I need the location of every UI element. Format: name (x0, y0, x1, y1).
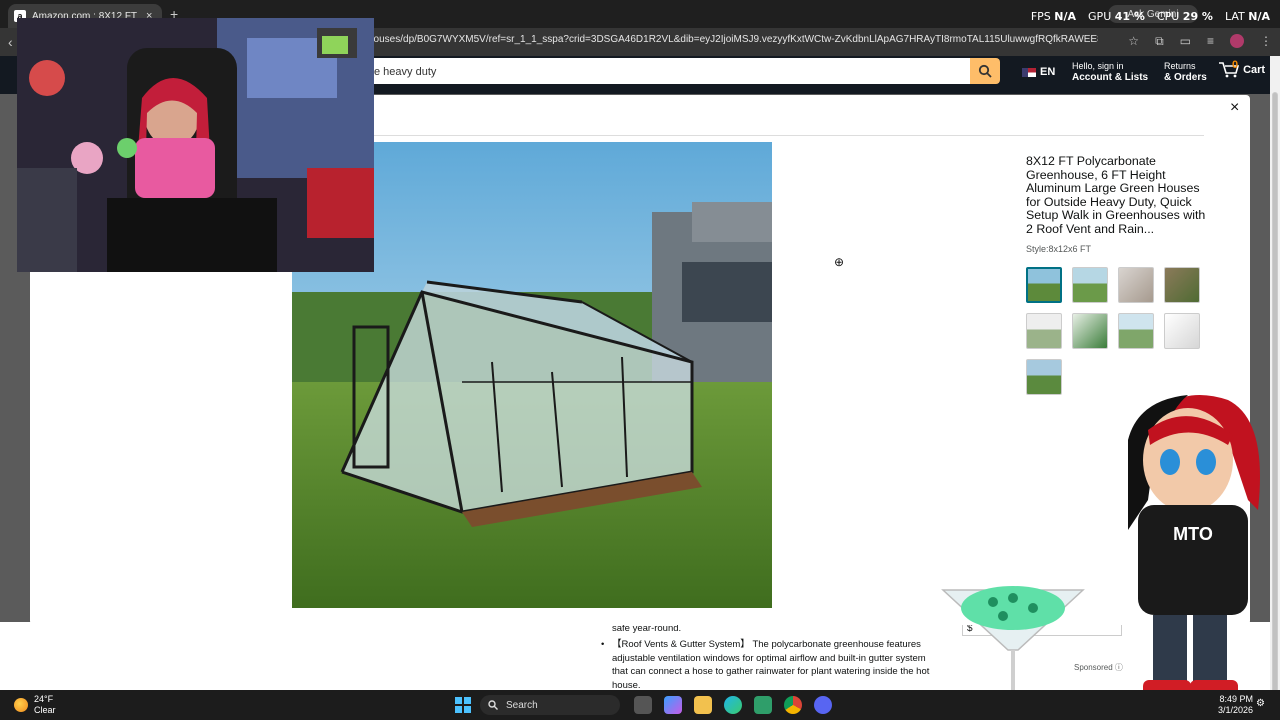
performance-overlay: FPS N/A GPU 41 % CPU 29 % LAT N/A (1031, 10, 1270, 23)
cpu-label: CPU (1156, 10, 1180, 23)
back-arrow-icon[interactable]: ‹ (8, 34, 13, 50)
mascot-character: MTO (1108, 380, 1268, 720)
profile-avatar[interactable] (1230, 34, 1244, 48)
copilot-icon[interactable] (664, 696, 682, 714)
thumbnail-1[interactable] (1026, 267, 1062, 303)
weather-widget[interactable]: 24°F Clear (14, 694, 56, 716)
mascot-image: MTO (1128, 395, 1260, 708)
chrome-icon[interactable] (784, 696, 802, 714)
media-icon[interactable]: ≡ (1207, 34, 1214, 49)
modal-close-icon[interactable]: × (1230, 99, 1239, 117)
thumbnail-7[interactable] (1118, 313, 1154, 349)
amazon-search-input[interactable]: e heavy duty (366, 58, 970, 84)
weather-moon-icon (14, 698, 28, 712)
lat-value: N/A (1248, 10, 1270, 23)
notification-bell-icon[interactable]: ⚙ (1256, 698, 1265, 709)
product-title: 8X12 FT Polycarbonate Greenhouse, 6 FT H… (1026, 154, 1206, 236)
task-view-icon[interactable] (634, 696, 652, 714)
scrollbar-thumb[interactable] (1272, 92, 1278, 712)
store-app-icon[interactable] (754, 696, 772, 714)
cart-count: 0 (1232, 59, 1239, 71)
extensions-icon[interactable]: ⧉ (1155, 34, 1164, 49)
clock-date: 3/1/2026 (1218, 705, 1254, 715)
search-icon (488, 700, 498, 710)
thumbnail-5[interactable] (1026, 313, 1062, 349)
account-lists[interactable]: Hello, sign in Account & Lists (1072, 61, 1148, 83)
cart-label: Cart (1243, 63, 1266, 76)
toolbar-icons: ☆ ⧉ ▭ ≡ ⋮ (1128, 34, 1272, 49)
language-label: EN (1040, 66, 1056, 78)
returns-label: Returns (1164, 61, 1196, 71)
thumbnail-9[interactable] (1026, 359, 1062, 395)
fps-value: N/A (1054, 10, 1077, 23)
system-clock[interactable]: 8:49 PM 3/1/2026 (1218, 694, 1253, 716)
feature-bullets: safe year-round. • 【Roof Vents & Gutter S… (601, 622, 942, 692)
thumbnail-6[interactable] (1072, 313, 1108, 349)
bookmark-star-icon[interactable]: ☆ (1128, 34, 1139, 49)
bullet-roof-vents: • 【Roof Vents & Gutter System】 The polyca… (601, 639, 930, 691)
search-icon (978, 64, 992, 78)
thumbnail-2[interactable] (1072, 267, 1108, 303)
taskbar-search-label: Search (506, 699, 538, 711)
returns-orders[interactable]: Returns & Orders (1164, 61, 1207, 83)
thumbnail-grid (1026, 267, 1210, 395)
fps-label: FPS (1030, 10, 1051, 23)
taskbar-search[interactable]: Search (480, 695, 620, 715)
product-style: Style:8x12x6 FT (1026, 244, 1092, 254)
windows-taskbar: 24°F Clear Search 8:49 PM 3/1/2026 ⚙ (0, 690, 1280, 720)
gpu-label: GPU (1088, 10, 1112, 23)
cpu-value: 29 % (1182, 10, 1213, 23)
weather-temp: 24°F (34, 694, 54, 704)
address-bar[interactable]: houses/dp/B0G7WYXM5V/ref=sr_1_1_sspa?cri… (368, 34, 1098, 45)
streamer-webcam-image (17, 18, 374, 272)
menu-kebab-icon[interactable]: ⋮ (1260, 34, 1272, 49)
account-lists-label: Account & Lists (1072, 72, 1149, 83)
gpu-value: 41 % (1114, 10, 1145, 23)
language-selector[interactable]: EN (1022, 66, 1055, 78)
account-greeting: Hello, sign in (1072, 61, 1124, 71)
modal-divider (374, 135, 1204, 136)
lat-label: LAT (1224, 10, 1245, 23)
weather-desc: Clear (34, 705, 56, 715)
cart-button[interactable]: 0 Cart (1218, 59, 1266, 79)
mascot-hoodie-text: MTO (1173, 524, 1213, 544)
orders-label: & Orders (1164, 72, 1207, 83)
us-flag-icon (1022, 67, 1036, 77)
edge-icon[interactable] (724, 696, 742, 714)
file-explorer-icon[interactable] (694, 696, 712, 714)
sidebar-icon[interactable]: ▭ (1180, 34, 1191, 49)
zoom-magnifier-icon: ⊕ (834, 255, 845, 269)
thumbnail-4[interactable] (1164, 267, 1200, 303)
amazon-search-button[interactable] (970, 58, 1000, 84)
taskbar-apps (634, 696, 832, 714)
discord-icon[interactable] (814, 696, 832, 714)
windows-start-icon[interactable] (455, 697, 471, 713)
webcam-overlay (17, 18, 374, 272)
thumbnail-8[interactable] (1164, 313, 1200, 349)
page-scrollbar[interactable] (1270, 56, 1280, 712)
thumbnail-3[interactable] (1118, 267, 1154, 303)
clock-time: 8:49 PM (1219, 694, 1254, 704)
